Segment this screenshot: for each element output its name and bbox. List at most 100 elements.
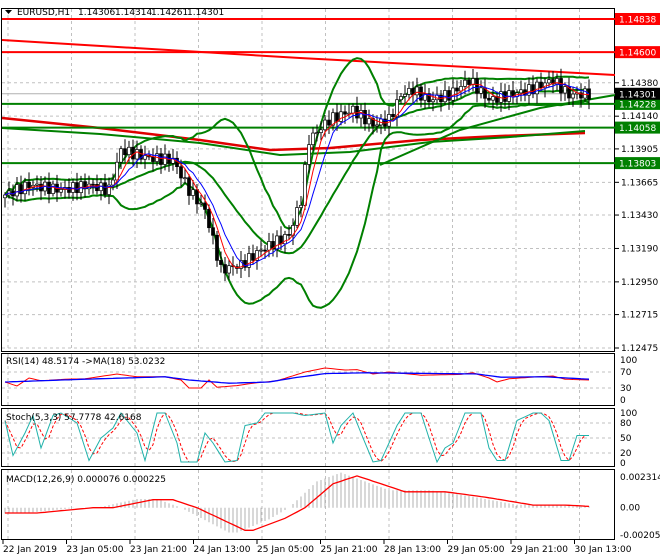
candle-body[interactable] bbox=[127, 146, 131, 156]
price-tick-label: 1.14380 bbox=[621, 79, 658, 89]
candle-body[interactable] bbox=[123, 148, 127, 156]
time-tick-label: 23 Jan 21:00 bbox=[130, 545, 187, 555]
candle-body[interactable] bbox=[407, 88, 411, 95]
current-price-label: 1.14301 bbox=[619, 90, 656, 100]
candle-body[interactable] bbox=[375, 124, 379, 127]
candle-body[interactable] bbox=[267, 241, 271, 251]
candle-body[interactable] bbox=[455, 87, 459, 92]
candle-body[interactable] bbox=[307, 144, 311, 165]
chart-canvas[interactable]: 1.14838 1.14600 1.14228 1.14058 1.13803 1.143… bbox=[0, 0, 660, 560]
candle-body[interactable] bbox=[539, 81, 543, 89]
dropdown-triangle-icon[interactable] bbox=[5, 10, 12, 14]
candle-body[interactable] bbox=[323, 119, 327, 131]
candle-body[interactable] bbox=[159, 153, 163, 165]
candle-body[interactable] bbox=[199, 202, 203, 205]
candle-body[interactable] bbox=[259, 249, 263, 252]
time-tick-label: 25 Jan 21:00 bbox=[321, 545, 378, 555]
candle-body[interactable] bbox=[583, 88, 587, 99]
candle-body[interactable] bbox=[403, 93, 407, 97]
candle-body[interactable] bbox=[91, 183, 95, 186]
candle-body[interactable] bbox=[283, 234, 287, 245]
candle-body[interactable] bbox=[447, 90, 451, 101]
candle-body[interactable] bbox=[463, 79, 467, 87]
candle-body[interactable] bbox=[363, 110, 367, 125]
candle-body[interactable] bbox=[467, 79, 471, 85]
candle-body[interactable] bbox=[15, 184, 19, 197]
candle-body[interactable] bbox=[75, 182, 79, 194]
candle-body[interactable] bbox=[151, 156, 155, 162]
candle-body[interactable] bbox=[3, 194, 7, 199]
candle-body[interactable] bbox=[295, 207, 299, 226]
stoch-label: Stoch(5,3,3) 57.7778 42.6168 bbox=[6, 413, 142, 423]
candle-body[interactable] bbox=[519, 89, 523, 94]
candle-body[interactable] bbox=[367, 118, 371, 125]
stoch-level-label: 20 bbox=[620, 449, 632, 459]
candle-body[interactable] bbox=[27, 181, 31, 188]
candle-body[interactable] bbox=[59, 189, 63, 193]
symbol-label: EURUSD,H1 bbox=[17, 8, 70, 18]
candle-body[interactable] bbox=[275, 235, 279, 250]
candle-body[interactable] bbox=[67, 187, 71, 193]
candle-body[interactable] bbox=[23, 181, 27, 195]
candle-body[interactable] bbox=[51, 183, 55, 194]
candle-body[interactable] bbox=[547, 79, 551, 84]
candle-body[interactable] bbox=[207, 209, 211, 229]
candle-body[interactable] bbox=[339, 111, 343, 122]
candle-body[interactable] bbox=[211, 227, 215, 236]
price-tick-label: 1.13905 bbox=[621, 145, 658, 155]
candle-body[interactable] bbox=[115, 161, 119, 181]
time-tick-label: 22 Jan 2019 bbox=[3, 545, 57, 555]
candle-body[interactable] bbox=[319, 129, 323, 133]
candle-body[interactable] bbox=[187, 177, 191, 196]
candle-body[interactable] bbox=[135, 149, 139, 160]
candle-body[interactable] bbox=[343, 111, 347, 115]
candle-body[interactable] bbox=[399, 96, 403, 101]
candle-body[interactable] bbox=[163, 153, 167, 165]
candle-body[interactable] bbox=[311, 132, 315, 146]
macd-tick-label: 0.002314 bbox=[620, 473, 660, 483]
candle-body[interactable] bbox=[219, 260, 223, 265]
time-tick-label: 29 Jan 05:00 bbox=[448, 545, 505, 555]
candle-body[interactable] bbox=[431, 99, 435, 103]
candle-body[interactable] bbox=[415, 86, 419, 96]
candle-body[interactable] bbox=[179, 166, 183, 179]
time-tick-label: 23 Jan 05:00 bbox=[67, 545, 124, 555]
stoch-level-label: 100 bbox=[620, 409, 637, 419]
candle-body[interactable] bbox=[203, 202, 207, 210]
candle-body[interactable] bbox=[263, 249, 267, 252]
candle-body[interactable] bbox=[183, 177, 187, 180]
price-tick-label: 1.14140 bbox=[621, 112, 658, 122]
candle-body[interactable] bbox=[571, 93, 575, 99]
candle-body[interactable] bbox=[227, 265, 231, 274]
candle-body[interactable] bbox=[251, 253, 255, 261]
candle-body[interactable] bbox=[559, 78, 563, 94]
candle-body[interactable] bbox=[351, 105, 355, 114]
candle-body[interactable] bbox=[315, 132, 319, 134]
candle-body[interactable] bbox=[479, 87, 483, 94]
macd-label: MACD(12,26,9) 0.000076 0.000225 bbox=[6, 475, 166, 485]
level-price-label: 1.14838 bbox=[619, 16, 656, 26]
candle-body[interactable] bbox=[299, 204, 303, 208]
candle-body[interactable] bbox=[195, 189, 199, 205]
candle-body[interactable] bbox=[487, 97, 491, 101]
candle-body[interactable] bbox=[35, 183, 39, 186]
candle-body[interactable] bbox=[303, 164, 307, 206]
candle-body[interactable] bbox=[327, 119, 331, 126]
candle-body[interactable] bbox=[119, 148, 123, 163]
candle-body[interactable] bbox=[563, 86, 567, 94]
candle-body[interactable] bbox=[191, 189, 195, 196]
candle-body[interactable] bbox=[475, 78, 479, 94]
candle-body[interactable] bbox=[535, 81, 539, 95]
candle-body[interactable] bbox=[391, 114, 395, 118]
candle-body[interactable] bbox=[223, 264, 227, 274]
candle-body[interactable] bbox=[215, 234, 219, 261]
green-long-moving-average bbox=[1, 127, 586, 157]
candle-body[interactable] bbox=[143, 155, 147, 160]
candle-body[interactable] bbox=[451, 87, 455, 101]
candle-body[interactable] bbox=[287, 234, 291, 236]
candle-body[interactable] bbox=[103, 182, 107, 195]
price-tick-label: 1.13430 bbox=[621, 211, 658, 221]
red-trendline[interactable] bbox=[1, 39, 616, 76]
candle-body[interactable] bbox=[491, 96, 495, 101]
candle-body[interactable] bbox=[335, 112, 339, 122]
